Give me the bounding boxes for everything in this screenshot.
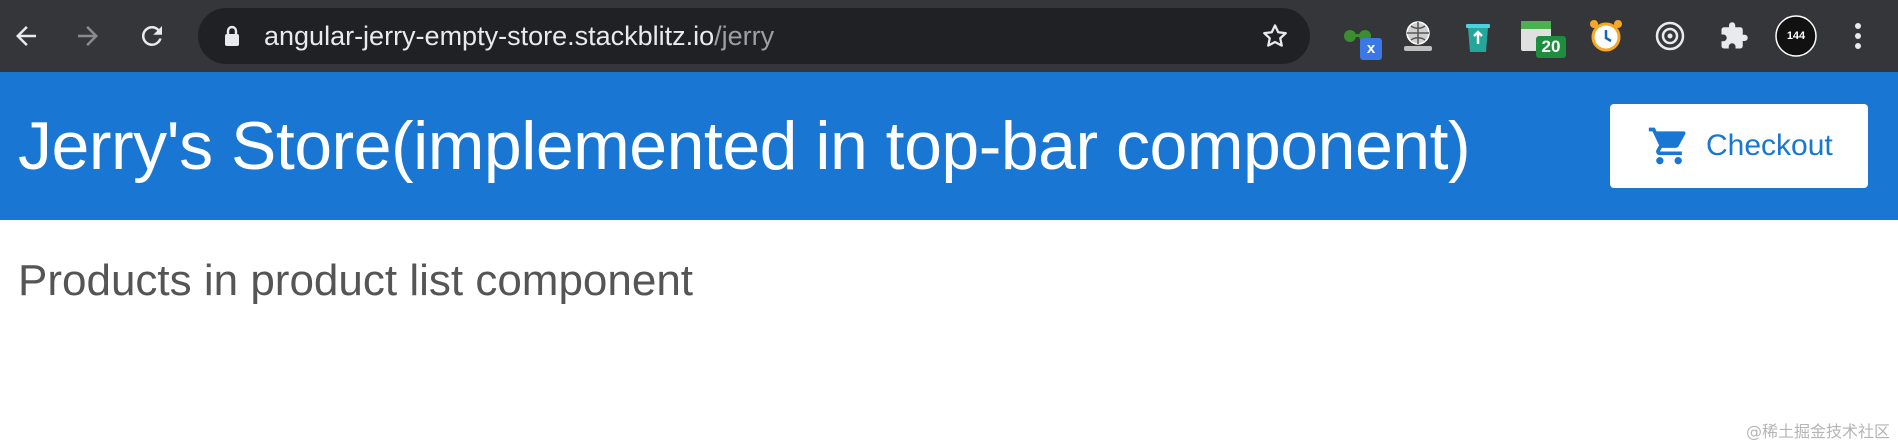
globe-hand-extension-icon bbox=[1404, 21, 1432, 51]
extension-recycle[interactable] bbox=[1456, 14, 1500, 58]
url-text: angular-jerry-empty-store.stackblitz.io/… bbox=[264, 8, 774, 64]
target-extension-icon bbox=[1655, 21, 1685, 51]
puzzle-extensions-icon bbox=[1721, 22, 1748, 49]
more-vertical-icon bbox=[1855, 23, 1861, 49]
bookmark-star-icon[interactable] bbox=[1260, 21, 1290, 51]
back-button[interactable] bbox=[4, 14, 48, 58]
extension-alarm[interactable] bbox=[1584, 14, 1628, 58]
store-title[interactable]: Jerry's Store(implemented in top-bar com… bbox=[18, 72, 1471, 220]
shopping-cart-icon bbox=[1648, 127, 1686, 165]
app-top-bar: Jerry's Store(implemented in top-bar com… bbox=[0, 72, 1898, 220]
reload-icon bbox=[141, 25, 162, 46]
profile-avatar-text: 144 bbox=[1786, 30, 1806, 42]
extension-target[interactable] bbox=[1648, 14, 1692, 58]
lock-icon bbox=[225, 25, 239, 46]
browser-toolbar: angular-jerry-empty-store.stackblitz.io/… bbox=[0, 0, 1898, 72]
alarm-clock-extension-icon bbox=[1590, 20, 1622, 52]
recycle-extension-icon bbox=[1466, 24, 1490, 52]
products-heading: Products in product list component bbox=[18, 256, 694, 305]
arrow-right-icon bbox=[78, 26, 98, 46]
forward-button[interactable] bbox=[66, 14, 110, 58]
url-host: angular-jerry-empty-store.stackblitz.io bbox=[264, 21, 715, 51]
url-path: /jerry bbox=[714, 21, 775, 51]
checkout-button[interactable]: Checkout bbox=[1610, 104, 1868, 188]
extension-badge: 20 bbox=[1536, 36, 1566, 58]
profile-button[interactable]: 144 bbox=[1774, 14, 1818, 58]
extension-window[interactable]: 20 bbox=[1514, 14, 1566, 58]
reload-button[interactable] bbox=[130, 14, 174, 58]
watermark: @稀土掘金技术社区 bbox=[1745, 422, 1890, 441]
extensions-menu-button[interactable] bbox=[1712, 14, 1756, 58]
address-bar[interactable]: angular-jerry-empty-store.stackblitz.io/… bbox=[198, 8, 1310, 64]
extension-globe[interactable] bbox=[1396, 14, 1440, 58]
browser-menu-button[interactable] bbox=[1836, 14, 1880, 58]
arrow-left-icon bbox=[16, 26, 36, 46]
extension-badge: x bbox=[1360, 38, 1382, 60]
extension-glasses[interactable]: x bbox=[1336, 14, 1382, 60]
checkout-label: Checkout bbox=[1706, 129, 1833, 162]
